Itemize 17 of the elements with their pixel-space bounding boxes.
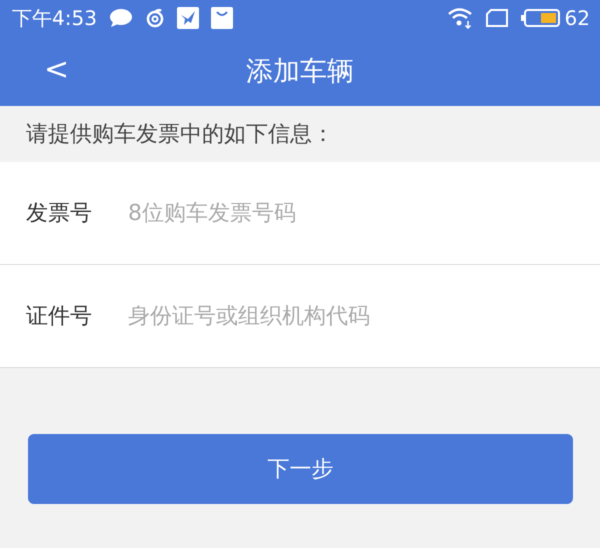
input-field[interactable]: 8位购车发票号码	[126, 200, 580, 226]
instruction-text: 请提供购车发票中的如下信息：	[25, 121, 335, 149]
field-label: 发票号	[26, 200, 93, 228]
status-time: 下午4:53	[12, 4, 97, 32]
bag-app-icon	[210, 7, 233, 29]
next-step-button[interactable]: 下一步	[28, 434, 573, 504]
chat-bubble-icon	[108, 8, 133, 28]
battery-icon	[520, 8, 561, 28]
input-field[interactable]: 身份证号或组织机构代码	[126, 302, 580, 330]
bird-app-icon	[176, 7, 199, 29]
page-title: 添加车辆	[246, 55, 354, 89]
back-button[interactable]: <	[38, 52, 76, 87]
battery-percentage: 62	[564, 6, 590, 30]
wifi-icon	[446, 7, 473, 29]
field-label: 证件号	[26, 303, 93, 331]
swirl-icon	[144, 8, 165, 28]
sim-card-icon	[484, 9, 509, 27]
